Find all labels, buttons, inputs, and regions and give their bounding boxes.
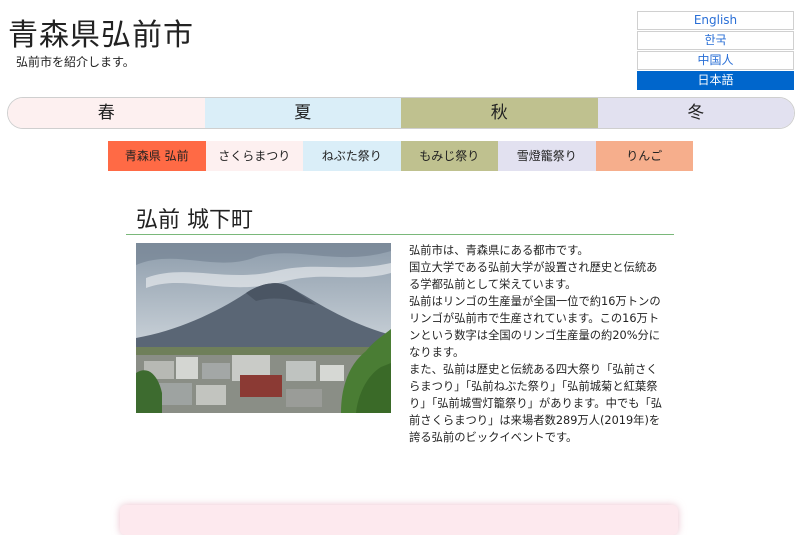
body-paragraph: 弘前市は、青森県にある都市です。 bbox=[409, 244, 589, 257]
section-divider bbox=[126, 234, 674, 235]
topic-tab-momiji-festival[interactable]: もみじ祭り bbox=[400, 141, 498, 171]
body-paragraph: 弘前はリンゴの生産量が全国一位で約16万トンのリンゴが弘前市で生産されています。… bbox=[409, 295, 661, 359]
site-title: 青森県弘前市 bbox=[8, 18, 194, 53]
topic-tab-snow-lantern-festival[interactable]: 雪燈籠祭り bbox=[498, 141, 596, 171]
mount-iwaki-town-image bbox=[136, 243, 391, 413]
section-title: 弘前 城下町 bbox=[136, 208, 253, 233]
lang-korean-button[interactable]: 한국 bbox=[637, 31, 794, 50]
season-tab-autumn[interactable]: 秋 bbox=[401, 98, 598, 128]
topic-tab-nebuta-festival[interactable]: ねぶた祭り bbox=[303, 141, 401, 171]
season-tab-summer[interactable]: 夏 bbox=[204, 98, 401, 128]
season-nav: 春 夏 秋 冬 bbox=[7, 97, 795, 129]
season-tab-spring[interactable]: 春 bbox=[8, 98, 205, 128]
season-tab-winter[interactable]: 冬 bbox=[597, 98, 794, 128]
topic-nav: 青森県 弘前 さくらまつり ねぶた祭り もみじ祭り 雪燈籠祭り りんご bbox=[108, 141, 693, 171]
topic-tab-apple[interactable]: りんご bbox=[595, 141, 693, 171]
topic-tab-hirosaki[interactable]: 青森県 弘前 bbox=[108, 141, 206, 171]
section-body: 弘前市は、青森県にある都市です。 国立大学である弘前大学が設置され歴史と伝統ある… bbox=[409, 242, 664, 446]
hirosaki-photo bbox=[136, 243, 391, 413]
body-paragraph: また、弘前は歴史と伝統ある四大祭り「弘前さくらまつり」「弘前ねぶた祭り」「弘前城… bbox=[409, 363, 663, 444]
lang-japanese-button[interactable]: 日本語 bbox=[637, 71, 794, 90]
topic-tab-sakura-festival[interactable]: さくらまつり bbox=[205, 141, 303, 171]
lang-chinese-button[interactable]: 中国人 bbox=[637, 51, 794, 70]
next-section-card bbox=[120, 505, 678, 535]
lang-english-button[interactable]: English bbox=[637, 11, 794, 30]
site-subtitle: 弘前市を紹介します。 bbox=[16, 55, 135, 69]
language-selector: English 한국 中国人 日本語 bbox=[637, 11, 794, 91]
body-paragraph: 国立大学である弘前大学が設置され歴史と伝統ある学都弘前として栄えています。 bbox=[409, 261, 658, 291]
